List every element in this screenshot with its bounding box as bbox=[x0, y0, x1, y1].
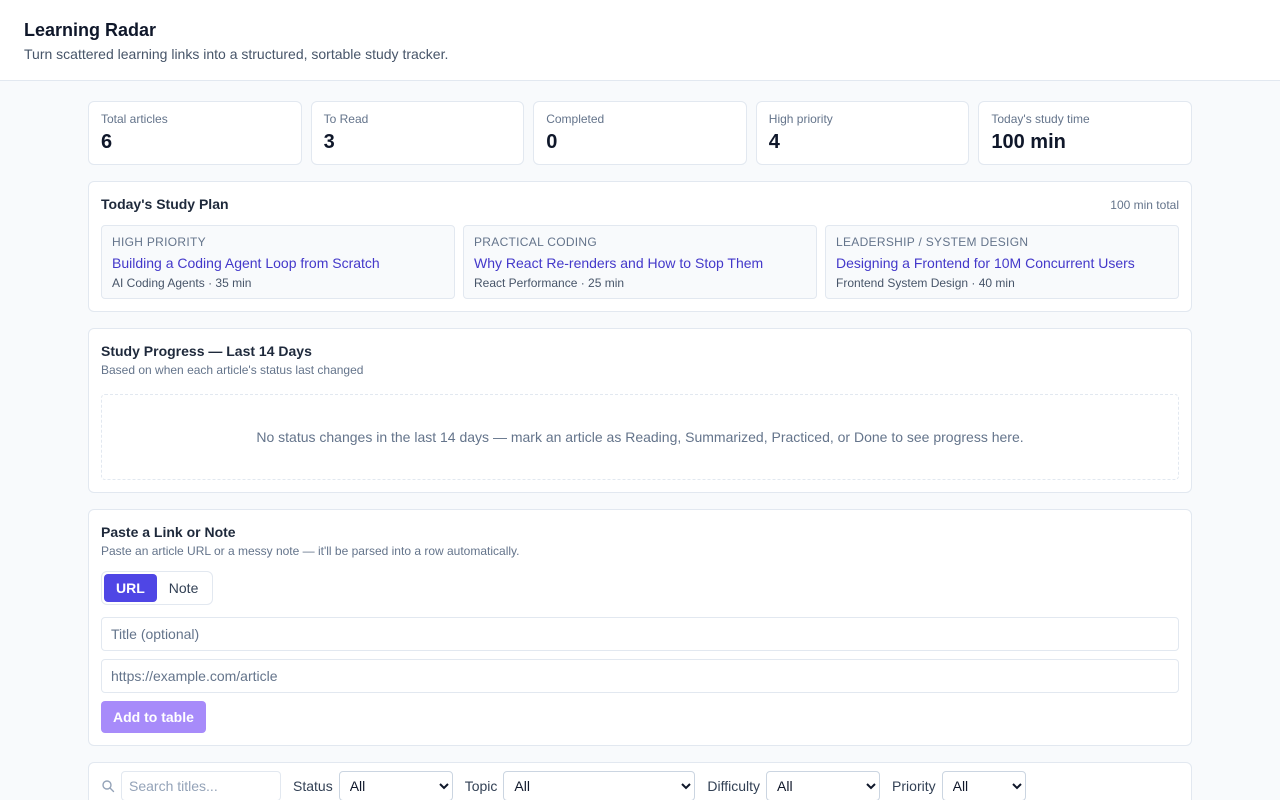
stat-value: 4 bbox=[768, 131, 780, 153]
search-input[interactable] bbox=[121, 771, 281, 800]
topic-select[interactable]: All bbox=[503, 771, 696, 800]
app-subtitle: Turn scattered learning links into a str… bbox=[24, 46, 449, 62]
stat-label: Today's study time bbox=[991, 112, 1090, 126]
input-mode-toggle: URL Note bbox=[101, 571, 214, 605]
plan-article-link[interactable]: Designing a Frontend for 10M Concurrent … bbox=[836, 254, 1168, 272]
tab-url[interactable]: URL bbox=[104, 574, 157, 602]
status-filter: Status All bbox=[293, 771, 453, 800]
plan-meta: React Performance · 25 min bbox=[474, 276, 625, 290]
stat-label: High priority bbox=[768, 112, 833, 126]
study-plan-total: 100 min total bbox=[1110, 198, 1179, 212]
stats-row: Total articles 6 To Read 3 Completed 0 H… bbox=[88, 101, 1192, 165]
plan-meta: AI Coding Agents · 35 min bbox=[112, 276, 252, 290]
plan-category: HIGH PRIORITY bbox=[112, 235, 206, 249]
app-header: Learning Radar Turn scattered learning l… bbox=[0, 0, 1280, 81]
app-title: Learning Radar bbox=[24, 20, 157, 40]
plan-category: LEADERSHIP / SYSTEM DESIGN bbox=[836, 235, 1029, 249]
stat-value: 100 min bbox=[991, 131, 1066, 153]
priority-filter: Priority All bbox=[892, 771, 1026, 800]
plan-article-link[interactable]: Why React Re-renders and How to Stop The… bbox=[474, 254, 806, 272]
stat-value: 3 bbox=[323, 131, 335, 153]
topic-filter: Topic All bbox=[465, 771, 696, 800]
difficulty-filter-label: Difficulty bbox=[707, 778, 761, 794]
priority-filter-label: Priority bbox=[892, 778, 936, 794]
add-to-table-button[interactable]: Add to table bbox=[101, 701, 206, 733]
study-plan-card: Today's Study Plan 100 min total HIGH PR… bbox=[88, 181, 1192, 312]
filters-bar: Status All Topic All Difficulty All Prio… bbox=[88, 762, 1192, 800]
stat-value: 0 bbox=[546, 131, 558, 153]
progress-title: Study Progress — Last 14 Days bbox=[101, 343, 312, 359]
study-plan-item: LEADERSHIP / SYSTEM DESIGN Designing a F… bbox=[825, 225, 1179, 299]
plan-category: PRACTICAL CODING bbox=[474, 235, 598, 249]
study-plan-title: Today's Study Plan bbox=[101, 196, 229, 212]
stat-completed: Completed 0 bbox=[533, 101, 747, 165]
plan-meta: Frontend System Design · 40 min bbox=[836, 276, 1015, 290]
stat-value: 6 bbox=[101, 131, 113, 153]
study-plan-list: HIGH PRIORITY Building a Coding Agent Lo… bbox=[101, 225, 1179, 299]
difficulty-select[interactable]: All bbox=[766, 771, 881, 800]
study-plan-item: HIGH PRIORITY Building a Coding Agent Lo… bbox=[101, 225, 455, 299]
status-filter-label: Status bbox=[293, 778, 333, 794]
progress-subtitle: Based on when each article's status last… bbox=[101, 363, 364, 377]
main-content: Total articles 6 To Read 3 Completed 0 H… bbox=[88, 101, 1192, 800]
priority-select[interactable]: All bbox=[941, 771, 1026, 800]
url-input[interactable] bbox=[101, 659, 1179, 693]
study-progress-card: Study Progress — Last 14 Days Based on w… bbox=[88, 328, 1192, 493]
topic-filter-label: Topic bbox=[464, 778, 498, 794]
study-plan-header: Today's Study Plan 100 min total bbox=[101, 194, 1179, 214]
search-wrap bbox=[101, 771, 281, 800]
study-plan-item: PRACTICAL CODING Why React Re-renders an… bbox=[463, 225, 817, 299]
tab-note[interactable]: Note bbox=[157, 574, 211, 602]
stat-total-articles: Total articles 6 bbox=[88, 101, 302, 165]
stat-label: Completed bbox=[546, 112, 605, 126]
paste-title: Paste a Link or Note bbox=[101, 524, 236, 540]
status-select[interactable]: All bbox=[338, 771, 453, 800]
stat-high-priority: High priority 4 bbox=[755, 101, 970, 165]
stat-label: To Read bbox=[323, 112, 369, 126]
stat-to-read: To Read 3 bbox=[310, 101, 525, 165]
paste-card: Paste a Link or Note Paste an article UR… bbox=[88, 509, 1192, 746]
stat-label: Total articles bbox=[101, 112, 168, 126]
title-input[interactable] bbox=[101, 617, 1179, 651]
plan-article-link[interactable]: Building a Coding Agent Loop from Scratc… bbox=[112, 254, 444, 272]
stat-study-time: Today's study time 100 min bbox=[978, 101, 1192, 165]
search-icon bbox=[101, 779, 115, 793]
progress-empty-state: No status changes in the last 14 days — … bbox=[101, 394, 1179, 480]
difficulty-filter: Difficulty All bbox=[707, 771, 881, 800]
paste-subtitle: Paste an article URL or a messy note — i… bbox=[101, 544, 520, 558]
